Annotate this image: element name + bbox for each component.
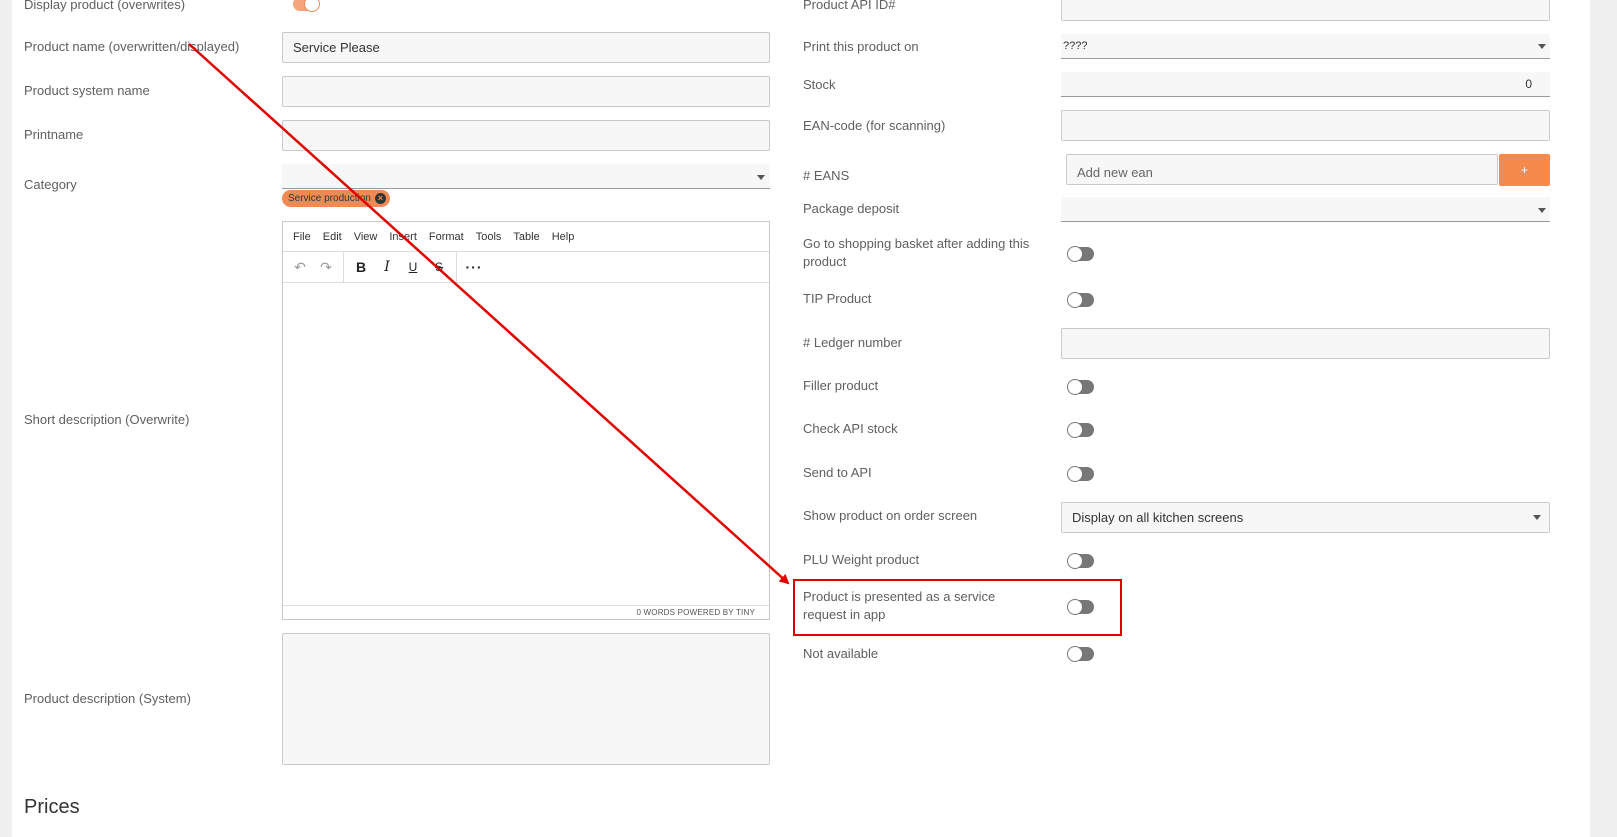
api-id-input[interactable] [1061, 0, 1550, 21]
eans-label: # EANS [803, 168, 850, 183]
check-api-toggle[interactable] [1067, 422, 1094, 438]
product-form-panel: Display product (overwrites) Product nam… [12, 0, 1590, 837]
tip-toggle[interactable] [1067, 292, 1094, 308]
chevron-down-icon [1538, 208, 1546, 213]
menu-edit[interactable]: Edit [323, 231, 342, 243]
menu-insert[interactable]: Insert [389, 231, 417, 243]
product-description-textarea[interactable] [282, 633, 770, 765]
menu-tools[interactable]: Tools [476, 231, 502, 243]
chevron-down-icon [1533, 515, 1541, 520]
menu-format[interactable]: Format [429, 231, 464, 243]
deposit-select[interactable] [1061, 197, 1550, 222]
tip-label: TIP Product [803, 291, 872, 306]
plu-label: PLU Weight product [803, 552, 920, 567]
category-label: Category [24, 177, 77, 192]
system-name-input[interactable] [282, 76, 770, 107]
ean-input[interactable] [1061, 110, 1550, 141]
basket-label: Go to shopping basket after adding this … [803, 236, 1030, 269]
bold-icon[interactable]: B [348, 255, 374, 279]
filler-label: Filler product [803, 378, 879, 393]
ledger-input[interactable] [1061, 328, 1550, 359]
category-chip-label: Service production [288, 193, 371, 204]
ean-label: EAN-code (for scanning) [803, 118, 946, 133]
product-description-label: Product description (System) [24, 691, 191, 706]
system-name-label: Product system name [24, 83, 150, 98]
annotation-highlight-box [793, 579, 1122, 636]
add-ean-input[interactable]: Add new ean [1066, 154, 1498, 185]
remove-chip-icon[interactable]: × [374, 193, 386, 204]
menu-view[interactable]: View [354, 231, 378, 243]
display-product-label: Display product (overwrites) [24, 0, 186, 12]
product-name-label: Product name (overwritten/displayed) [24, 39, 240, 54]
category-chip: Service production × [282, 190, 390, 207]
underline-icon[interactable]: U [400, 255, 426, 279]
order-screen-select[interactable]: Display on all kitchen screens [1061, 502, 1550, 533]
print-on-select[interactable]: ???? [1061, 34, 1550, 59]
print-on-label: Print this product on [803, 39, 919, 54]
plu-toggle[interactable] [1067, 553, 1094, 569]
short-description-label: Short description (Overwrite) [24, 412, 190, 427]
menu-help[interactable]: Help [552, 231, 575, 243]
editor-menubar: File Edit View Insert Format Tools Table… [283, 222, 769, 252]
not-available-label: Not available [803, 646, 879, 661]
chevron-down-icon [1538, 44, 1546, 49]
redo-icon[interactable]: ↷ [313, 255, 339, 279]
stock-label: Stock [803, 77, 836, 92]
editor-statusbar: 0 WORDS POWERED BY TINY [283, 605, 769, 619]
stock-input[interactable]: 0 [1061, 72, 1550, 97]
order-screen-label: Show product on order screen [803, 508, 978, 523]
category-select[interactable] [282, 164, 770, 189]
strikethrough-icon[interactable]: S [426, 255, 452, 279]
rich-text-editor[interactable]: File Edit View Insert Format Tools Table… [282, 221, 770, 620]
add-ean-button[interactable]: + [1499, 154, 1550, 186]
check-api-label: Check API stock [803, 421, 898, 436]
more-icon[interactable]: ··· [461, 255, 487, 279]
send-api-toggle[interactable] [1067, 466, 1094, 482]
italic-icon[interactable]: I [374, 255, 400, 279]
ledger-label: # Ledger number [803, 335, 903, 350]
api-id-label: Product API ID# [803, 0, 896, 12]
printname-input[interactable] [282, 120, 770, 151]
chevron-down-icon [757, 175, 765, 180]
menu-table[interactable]: Table [513, 231, 539, 243]
not-available-toggle[interactable] [1067, 646, 1094, 662]
printname-label: Printname [24, 127, 84, 142]
product-name-input[interactable]: Service Please [282, 32, 770, 63]
send-api-label: Send to API [803, 465, 872, 480]
deposit-label: Package deposit [803, 201, 900, 216]
basket-toggle[interactable] [1067, 246, 1094, 262]
display-product-toggle[interactable] [293, 0, 320, 12]
filler-toggle[interactable] [1067, 379, 1094, 395]
menu-file[interactable]: File [293, 231, 311, 243]
undo-icon[interactable]: ↶ [287, 255, 313, 279]
editor-toolbar: ↶ ↷ B I U S ··· [283, 252, 769, 283]
prices-heading: Prices [24, 796, 80, 818]
